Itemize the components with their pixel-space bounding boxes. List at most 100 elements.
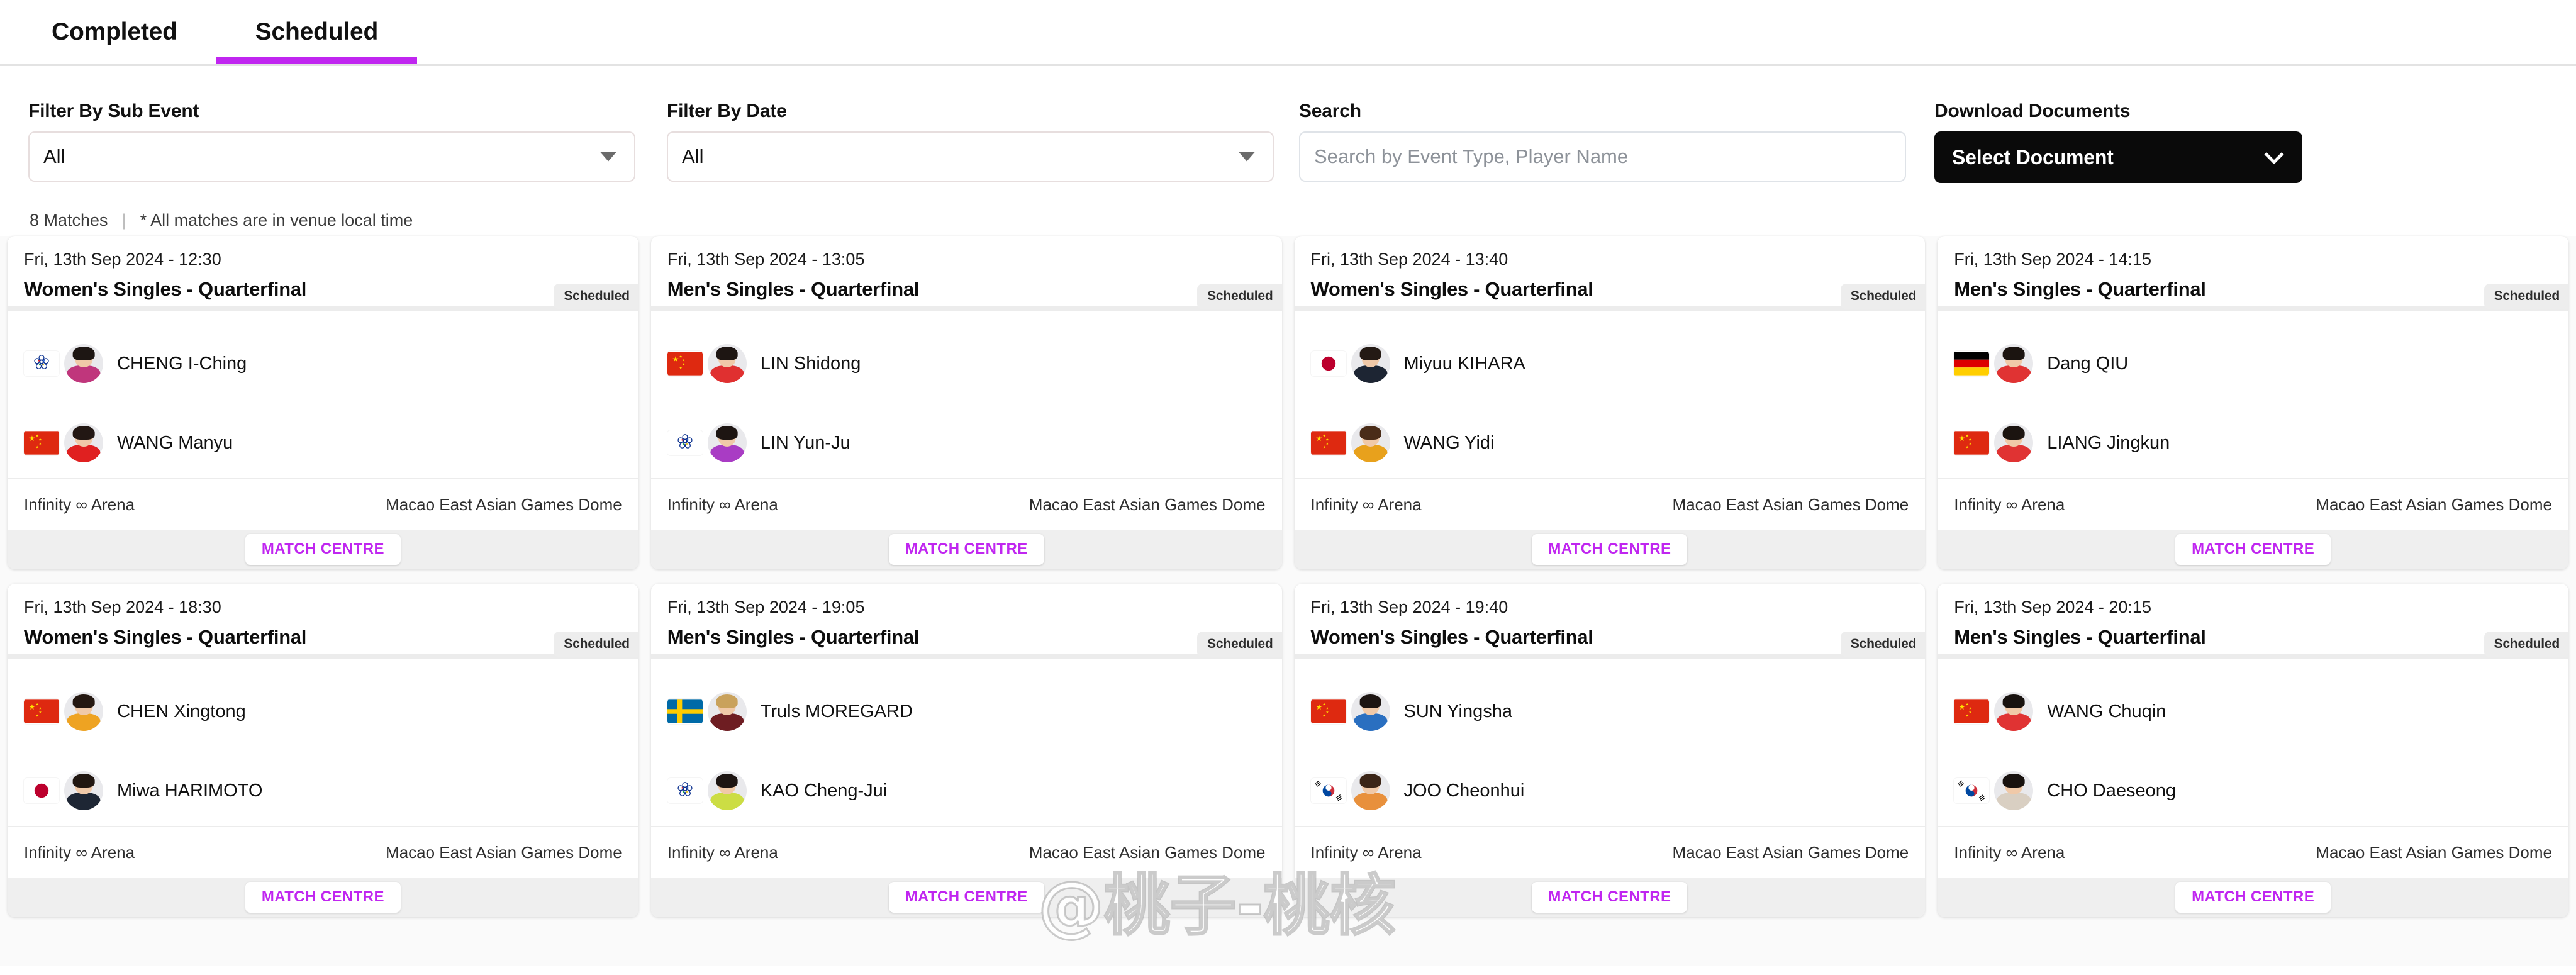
filter-sub-event-select[interactable]: All — [28, 131, 635, 182]
match-title: Women's Singles - Quarterfinal — [1310, 278, 1593, 300]
flag-icon-china: ★ ★ ★ ★ ★ — [667, 351, 703, 376]
filter-date-label: Filter By Date — [667, 101, 787, 121]
search-box[interactable] — [1299, 131, 1906, 182]
venue-row: Infinity ∞ Arena Macao East Asian Games D… — [8, 479, 638, 530]
venue-location: Macao East Asian Games Dome — [1029, 494, 1266, 514]
match-card[interactable]: Fri, 13th Sep 2024 - 19:40 Women's Single… — [1294, 584, 1926, 917]
venue-row: Infinity ∞ Arena Macao East Asian Games D… — [1295, 479, 1926, 530]
match-centre-button[interactable]: MATCH CENTRE — [1532, 534, 1688, 566]
select-document-button[interactable]: Select Document — [1934, 131, 2302, 183]
flag-icon-chinese-taipei — [24, 351, 59, 376]
match-card-footer: MATCH CENTRE — [1938, 878, 2568, 917]
flag-icon-sweden — [667, 699, 703, 724]
filter-bar: Filter By Sub Event All Filter By Date A… — [0, 66, 2576, 183]
filter-date-select[interactable]: All — [667, 131, 1274, 182]
venue-location: Macao East Asian Games Dome — [386, 842, 622, 862]
player-avatar — [707, 692, 747, 732]
match-datetime: Fri, 13th Sep 2024 - 19:05 — [667, 598, 865, 616]
status-badge: Scheduled — [2484, 632, 2568, 657]
svg-text:★: ★ — [1322, 445, 1325, 450]
match-card[interactable]: Fri, 13th Sep 2024 - 12:30 Women's Single… — [8, 236, 638, 569]
match-datetime: Fri, 13th Sep 2024 - 19:40 — [1310, 598, 1508, 616]
match-centre-button[interactable]: MATCH CENTRE — [245, 534, 401, 566]
match-card[interactable]: Fri, 13th Sep 2024 - 19:05 Men's Singles … — [650, 584, 1282, 917]
status-badge: Scheduled — [1840, 632, 1926, 657]
header-divider — [8, 306, 638, 311]
flag-icon-china: ★ ★ ★ ★ ★ — [24, 699, 59, 724]
match-centre-button[interactable]: MATCH CENTRE — [2175, 534, 2331, 566]
search-group: Search — [1299, 101, 1906, 182]
tab-scheduled[interactable]: Scheduled — [216, 0, 418, 64]
match-card-footer: MATCH CENTRE — [1938, 530, 2568, 569]
flag-icon-china: ★ ★ ★ ★ ★ — [1954, 699, 1990, 724]
matches-meta: 8 Matches | * All matches are in venue l… — [0, 183, 2576, 236]
flag-icon-china: ★ ★ ★ ★ ★ — [1310, 699, 1346, 724]
svg-text:★: ★ — [1325, 710, 1329, 715]
filter-sub-event-group: Filter By Sub Event All — [28, 101, 635, 182]
match-card-footer: MATCH CENTRE — [8, 530, 638, 569]
player-name: WANG Yidi — [1403, 432, 1495, 453]
flag-icon-south-korea — [1954, 778, 1990, 803]
player-name: Dang QIU — [2047, 353, 2129, 374]
match-card[interactable]: Fri, 13th Sep 2024 - 14:15 Men's Singles … — [1938, 236, 2568, 569]
filter-date-value: All — [682, 145, 704, 167]
match-card[interactable]: Fri, 13th Sep 2024 - 20:15 Men's Singles … — [1938, 584, 2568, 917]
player-avatar — [1351, 423, 1390, 463]
arena-name: Infinity ∞ Arena — [667, 842, 778, 862]
venue-location: Macao East Asian Games Dome — [2316, 842, 2552, 862]
player-row: ★ ★ ★ ★ ★ SUN Yingsha — [1310, 676, 1909, 747]
flag-icon-japan — [1310, 351, 1346, 376]
match-title: Men's Singles - Quarterfinal — [1954, 278, 2206, 300]
player-avatar — [1351, 692, 1390, 732]
player-avatar — [64, 692, 103, 732]
match-card-footer: MATCH CENTRE — [1294, 878, 1926, 917]
player-avatar — [1994, 692, 2034, 732]
players-list: Truls MOREGARD KAO Cheng-Jui — [650, 659, 1282, 828]
match-card[interactable]: Fri, 13th Sep 2024 - 13:05 Men's Singles … — [650, 236, 1282, 569]
player-name: SUN Yingsha — [1403, 701, 1513, 722]
match-title: Women's Singles - Quarterfinal — [1310, 626, 1593, 648]
match-card[interactable]: Fri, 13th Sep 2024 - 13:40 Women's Single… — [1294, 236, 1926, 569]
download-documents-group: Download Documents Select Document — [1934, 101, 2302, 183]
match-centre-button[interactable]: MATCH CENTRE — [888, 534, 1044, 566]
match-centre-button[interactable]: MATCH CENTRE — [245, 882, 401, 913]
status-badge: Scheduled — [1197, 284, 1282, 309]
match-card-header: Fri, 13th Sep 2024 - 12:30 Women's Single… — [8, 236, 638, 309]
match-card[interactable]: Fri, 13th Sep 2024 - 18:30 Women's Single… — [8, 584, 638, 917]
svg-text:★: ★ — [1325, 442, 1329, 446]
player-name: Miyuu KIHARA — [1403, 353, 1525, 374]
match-centre-button[interactable]: MATCH CENTRE — [2175, 882, 2331, 913]
search-input[interactable] — [1314, 145, 1891, 168]
arena-name: Infinity ∞ Arena — [1954, 494, 2065, 514]
arena-name: Infinity ∞ Arena — [667, 494, 778, 514]
select-document-value: Select Document — [1952, 145, 2114, 169]
chevron-down-icon — [2264, 145, 2284, 165]
svg-text:★: ★ — [1969, 442, 1972, 446]
arena-name: Infinity ∞ Arena — [1310, 842, 1422, 862]
flag-icon-south-korea — [1310, 778, 1346, 803]
player-avatar — [1994, 344, 2034, 384]
player-row: Truls MOREGARD — [667, 676, 1266, 747]
header-divider — [650, 654, 1282, 659]
players-list: Dang QIU ★ ★ ★ ★ ★ LIANG Jingkun — [1938, 311, 2568, 480]
search-label: Search — [1299, 101, 1361, 121]
svg-text:★: ★ — [1969, 710, 1972, 715]
svg-text:★: ★ — [38, 442, 42, 446]
player-avatar — [707, 423, 747, 463]
player-avatar — [1351, 344, 1390, 384]
venue-row: Infinity ∞ Arena Macao East Asian Games D… — [651, 827, 1282, 878]
player-row: ★ ★ ★ ★ ★ WANG Chuqin — [1954, 676, 2552, 747]
venue-row: Infinity ∞ Arena Macao East Asian Games D… — [1938, 479, 2568, 530]
match-card-header: Fri, 13th Sep 2024 - 13:05 Men's Singles … — [651, 236, 1282, 309]
tab-completed[interactable]: Completed — [13, 0, 216, 64]
match-centre-button[interactable]: MATCH CENTRE — [1532, 882, 1688, 913]
status-badge: Scheduled — [2484, 284, 2568, 309]
player-name: LIN Yun-Ju — [760, 432, 850, 453]
players-list: ★ ★ ★ ★ ★ CHEN Xingtong Miwa HARIMOTO — [8, 659, 638, 828]
player-name: Miwa HARIMOTO — [117, 780, 263, 801]
match-centre-button[interactable]: MATCH CENTRE — [888, 882, 1044, 913]
player-avatar — [1994, 423, 2034, 463]
svg-text:★: ★ — [28, 703, 35, 711]
player-name: CHO Daeseong — [2047, 780, 2176, 801]
player-name: JOO Cheonhui — [1403, 780, 1525, 801]
